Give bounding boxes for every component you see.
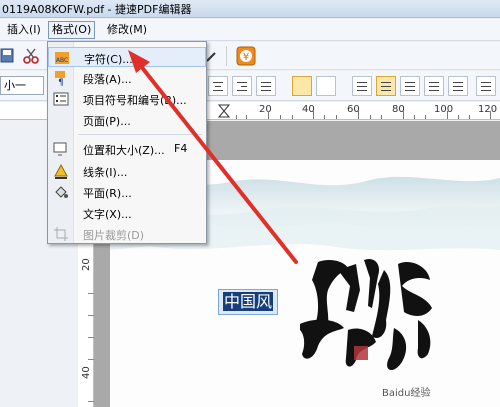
list-button[interactable] — [352, 76, 372, 96]
line-icon — [54, 163, 68, 179]
title-bar: 0119A08KOFW.pdf - 捷速PDF编辑器 — [0, 0, 500, 18]
menu-format[interactable]: 格式(O) — [48, 21, 96, 39]
yen-icon[interactable]: ¥ — [236, 46, 256, 66]
crop-icon — [54, 227, 68, 241]
menu-item-label: 文字(X)... — [83, 208, 132, 221]
tool-icon[interactable] — [205, 47, 223, 65]
layout-a-button[interactable] — [376, 76, 396, 96]
menu-item-character[interactable]: ABC 字符(C)... — [48, 47, 206, 67]
menu-modify[interactable]: 修改(M) — [104, 21, 150, 39]
character-icon: ABC — [55, 52, 69, 64]
bullets-icon — [53, 92, 69, 106]
align-justify-button[interactable] — [256, 76, 276, 96]
menu-item-paragraph[interactable]: ¶ 段落(A)... — [48, 68, 206, 88]
menu-item-label: 字符(C)... — [84, 53, 133, 66]
watermark-logo: Baidu经验 — [382, 388, 431, 399]
vruler-mark-20: 20 — [81, 258, 92, 271]
calligraphy-artwork — [300, 258, 432, 371]
window-title: 0119A08KOFW.pdf - 捷速PDF编辑器 — [2, 3, 192, 16]
svg-text:¥: ¥ — [243, 52, 249, 63]
vruler-mark-40: 40 — [81, 366, 92, 379]
layout-d-button[interactable] — [448, 76, 468, 96]
save-icon[interactable] — [0, 47, 18, 65]
menu-item-bullets[interactable]: 项目符号和编号(B)... — [48, 89, 206, 109]
cut-icon[interactable] — [22, 47, 40, 65]
menu-item-shortcut: F4 — [174, 142, 188, 155]
svg-text:¶: ¶ — [58, 78, 64, 86]
fill-icon — [55, 186, 68, 198]
menu-item-label: 图片裁剪(D) — [83, 229, 145, 242]
menu-item-fill[interactable]: 平面(R)... — [48, 182, 206, 202]
menu-item-text[interactable]: 文字(X)... — [48, 203, 206, 223]
ruler-mark-20: 20 — [259, 104, 272, 115]
font-size-select[interactable]: 小一 — [0, 76, 44, 95]
indent-marker-icon[interactable] — [218, 104, 230, 118]
layout-b-button[interactable] — [400, 76, 420, 96]
align-right-button[interactable] — [232, 76, 252, 96]
position-size-icon — [53, 142, 67, 156]
menu-item-label: 位置和大小(Z)... — [83, 144, 165, 157]
menu-item-crop: 图片裁剪(D) — [48, 224, 206, 244]
menu-item-label: 段落(A)... — [83, 73, 132, 86]
selected-text: 中国风 — [223, 292, 274, 311]
layout-c-button[interactable] — [424, 76, 444, 96]
format-menu-dropdown: ABC 字符(C)... ¶ 段落(A)... 项目符号和编号(B)... 页面… — [47, 41, 207, 244]
ruler-mark-120: 120 — [478, 104, 498, 115]
menu-item-label: 平面(R)... — [83, 187, 132, 200]
menu-item-line[interactable]: 线条(I)... — [48, 161, 206, 181]
selected-text-box[interactable]: 中国风 — [218, 289, 279, 315]
menu-bar: 插入(I) 格式(O) 修改(M) — [0, 19, 500, 41]
layout-e-button[interactable] — [476, 76, 496, 96]
paragraph-icon: ¶ — [55, 71, 65, 86]
align-center-button[interactable] — [208, 76, 228, 96]
svg-text:ABC: ABC — [56, 57, 68, 64]
valign-top-button[interactable] — [292, 76, 312, 96]
menu-item-label: 页面(P)... — [83, 115, 131, 128]
valign-middle-button[interactable] — [316, 76, 336, 96]
menu-item-page[interactable]: 页面(P)... — [48, 110, 206, 130]
menu-item-label: 项目符号和编号(B)... — [83, 94, 187, 107]
menu-insert[interactable]: 插入(I) — [4, 21, 44, 39]
toolbar-divider — [226, 46, 227, 66]
menu-separator — [78, 134, 202, 135]
menu-item-position-size[interactable]: 位置和大小(Z)... F4 — [48, 139, 206, 159]
ruler-mark-100: 100 — [434, 104, 454, 115]
menu-item-label: 线条(I)... — [83, 166, 128, 179]
